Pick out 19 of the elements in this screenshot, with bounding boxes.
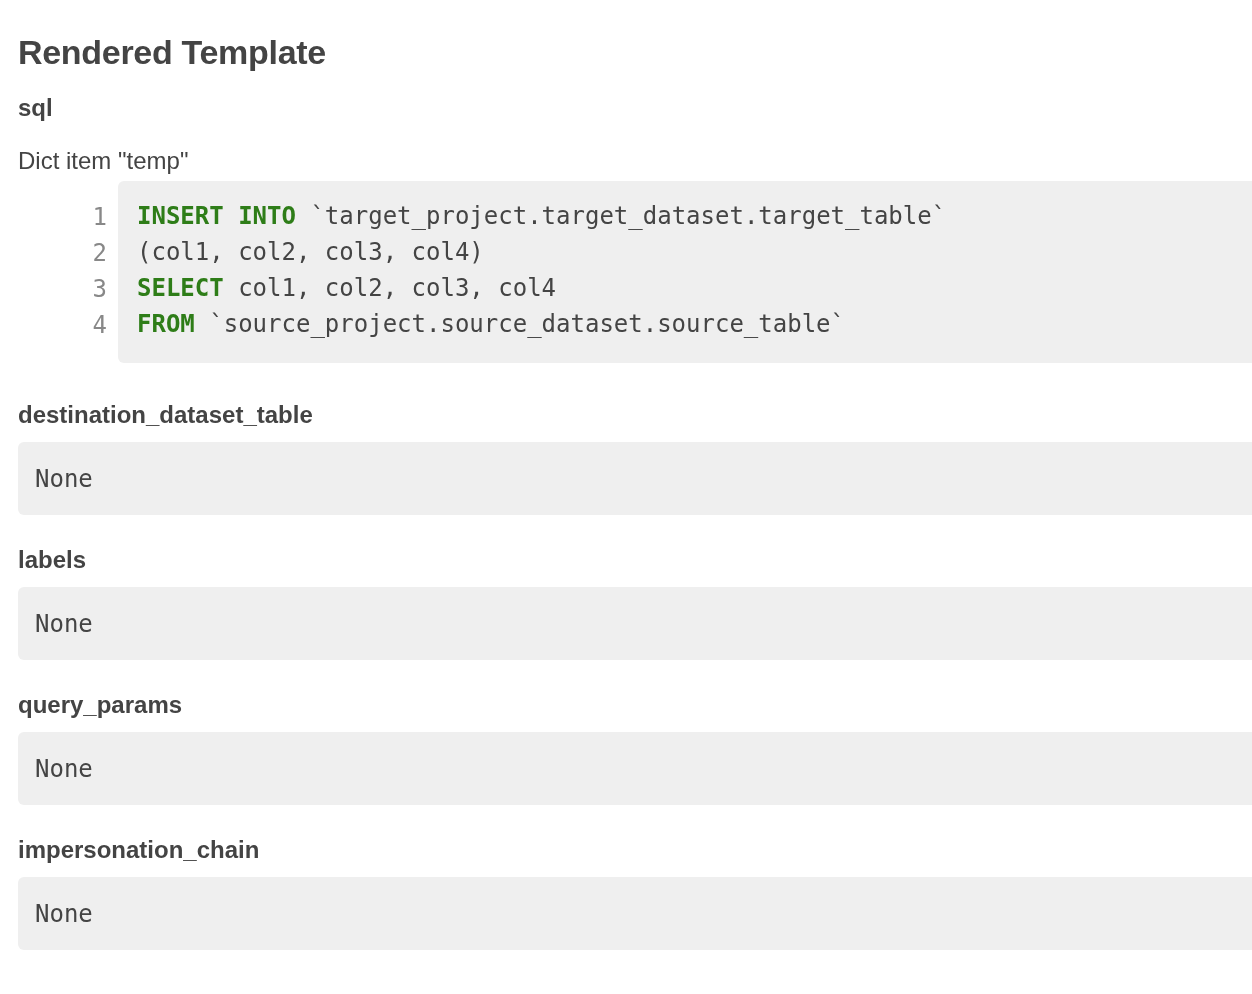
field-label: labels <box>18 545 88 575</box>
line-number: 4 <box>92 310 107 341</box>
field-label: impersonation_chain <box>18 835 261 865</box>
code-line: (col1, col2, col3, col4) <box>137 238 484 266</box>
field-label: destination_dataset_table <box>18 400 314 430</box>
field-value: None <box>35 464 93 493</box>
field-label: query_params <box>18 690 184 720</box>
field-value: None <box>35 899 93 928</box>
line-number: 2 <box>92 238 107 269</box>
code-line: INSERT INTO `target_project.target_dataset.target_table` <box>137 202 947 230</box>
line-number: 1 <box>92 202 107 233</box>
field-value: None <box>35 609 93 638</box>
field-value: None <box>35 754 93 783</box>
line-number: 3 <box>92 274 107 305</box>
dict-item-caption: Dict item "temp" <box>18 146 190 176</box>
code-line: FROM `source_project.source_dataset.source_table` <box>137 310 845 338</box>
field-label: sql <box>18 93 54 123</box>
page-title: Rendered Template <box>18 32 327 73</box>
code-line: SELECT col1, col2, col3, col4 <box>137 274 557 302</box>
